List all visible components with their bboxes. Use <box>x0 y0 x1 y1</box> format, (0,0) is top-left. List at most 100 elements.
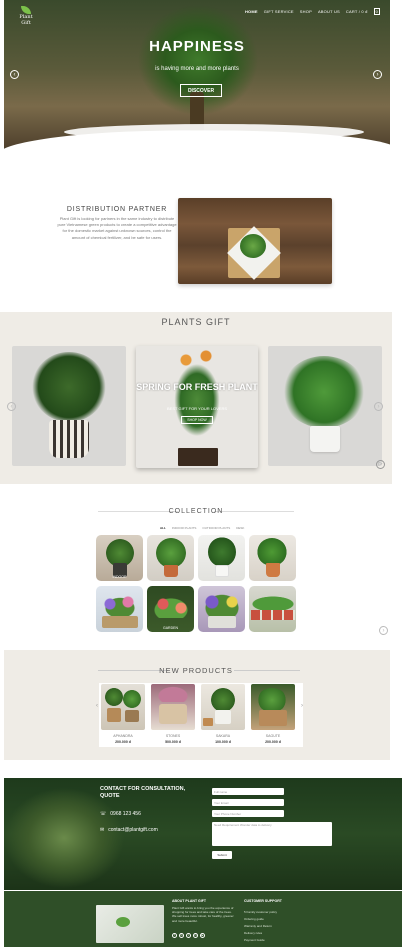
message-field[interactable]: Need Requirement Wonder data to delivery <box>212 822 332 846</box>
product-price: 500.000 đ <box>165 740 181 744</box>
tile-label: GARDEN <box>163 626 178 630</box>
product-name[interactable]: SAGUTE <box>251 734 295 738</box>
gift-prev-arrow-icon[interactable]: ‹ <box>7 402 16 411</box>
product-image <box>123 690 141 708</box>
succulent <box>240 234 266 258</box>
hero-prev-arrow-icon[interactable]: ‹ <box>10 70 19 79</box>
product-price: 200.000 đ <box>115 740 131 744</box>
page: Plant Gift HOME GIFT SERVICE SHOP ABOUT … <box>0 0 402 947</box>
products-next-arrow-icon[interactable]: › <box>301 703 303 709</box>
nav-cart[interactable]: CART / 0 đ <box>346 9 368 14</box>
tab-outdoor-plants[interactable]: OUTDOOR PLANTS <box>202 526 230 530</box>
distribution-text: Plant Gift is looking for partners in th… <box>57 216 177 240</box>
plants-gift-title: PLANTS GIFT <box>161 317 231 327</box>
support-link[interactable]: 5 Family customer policy <box>244 910 277 914</box>
tab-desk[interactable]: DESK <box>236 526 244 530</box>
collection-tile[interactable] <box>198 535 245 581</box>
gift-slide-center[interactable]: SPRING FOR FRESH PLANT BEST GIFT FOR YOU… <box>136 346 258 468</box>
phone-icon: ☏ <box>100 811 107 817</box>
collection-next-arrow-icon[interactable]: › <box>379 626 388 635</box>
collection-tile[interactable]: GARDEN <box>147 586 194 632</box>
site-logo[interactable]: Plant Gift <box>14 6 38 26</box>
support-link[interactable]: Ordering guide <box>244 917 264 921</box>
dark-pot <box>178 448 218 466</box>
product-card[interactable] <box>101 684 145 730</box>
support-link[interactable]: Warranty and Return <box>244 924 272 928</box>
hero-subtitle: is having more and more plants <box>155 66 239 72</box>
distribution-title: DISTRIBUTION PARTNER <box>66 206 168 213</box>
sprout-image <box>116 917 130 927</box>
nav-item-gift-service[interactable]: GIFT SERVICE <box>264 9 294 14</box>
tab-indoor-plants[interactable]: INDOOR PLANTS <box>172 526 197 530</box>
collection-tile[interactable] <box>147 535 194 581</box>
pot-image <box>164 565 178 577</box>
monstera-foliage <box>282 356 366 428</box>
nav-item-home[interactable]: HOME <box>245 9 258 14</box>
contact-phone[interactable]: ☏ 0968 123 456 <box>100 811 141 817</box>
product-card[interactable] <box>251 684 295 730</box>
google-icon[interactable]: G <box>179 933 184 938</box>
linkedin-icon[interactable]: in <box>193 933 198 938</box>
mail-icon: ✉ <box>100 827 105 833</box>
new-products-title: NEW PRODUCTS <box>159 666 233 675</box>
collection-tile[interactable] <box>96 586 143 632</box>
gift-slide-right[interactable] <box>268 346 382 466</box>
footer-image <box>96 905 164 943</box>
flowers-image <box>202 592 242 618</box>
contact-section <box>4 778 402 890</box>
about-heading: ABOUT PLANT GIFT <box>172 899 207 903</box>
cart-count-badge[interactable]: 0 <box>373 8 380 15</box>
product-image <box>105 688 123 706</box>
product-card[interactable] <box>151 684 195 730</box>
hero-title: HAPPINESS <box>149 38 245 55</box>
phone-field[interactable]: Your Phone Number <box>212 810 284 817</box>
logo-text: Plant Gift <box>19 14 33 26</box>
collection-tile[interactable] <box>198 586 245 632</box>
submit-button[interactable]: Submit <box>212 851 232 859</box>
contact-title: CONTACT FOR CONSULTATION, QUOTE <box>100 786 186 799</box>
nav-item-shop[interactable]: SHOP <box>300 9 312 14</box>
product-image <box>157 686 189 702</box>
social-links: f G t in ▶ <box>172 933 205 938</box>
facebook-icon[interactable]: f <box>172 933 177 938</box>
pot-image <box>266 563 280 577</box>
pot-image <box>215 710 231 724</box>
orange-flowers <box>166 350 226 370</box>
gift-next-arrow-icon[interactable]: › <box>374 402 383 411</box>
pot-image <box>215 565 229 577</box>
planter-image <box>102 616 138 628</box>
pot-image <box>208 616 236 628</box>
nav-item-about[interactable]: ABOUT US <box>318 9 340 14</box>
hero-banner: Plant Gift HOME GIFT SERVICE SHOP ABOUT … <box>4 0 390 152</box>
name-field[interactable]: Full name <box>212 788 284 795</box>
product-name[interactable]: SAKARA <box>201 734 245 738</box>
products-prev-arrow-icon[interactable]: ‹ <box>96 703 98 709</box>
leaf-logo-icon <box>21 6 31 14</box>
twitter-icon[interactable]: t <box>186 933 191 938</box>
product-card[interactable] <box>201 684 245 730</box>
product-name[interactable]: APHANDRA <box>101 734 145 738</box>
collection-tile[interactable] <box>249 535 296 581</box>
gift-slide-left[interactable] <box>12 346 126 466</box>
hero-next-arrow-icon[interactable]: › <box>373 70 382 79</box>
slide-title: SPRING FOR FRESH PLANT <box>136 382 258 392</box>
support-heading: CUSTOMER SUPPORT <box>244 899 282 903</box>
product-name[interactable]: STONES <box>151 734 195 738</box>
support-link[interactable]: Payment Guide <box>244 938 265 942</box>
box-image <box>259 710 287 726</box>
collection-tile[interactable]: INDOOR <box>96 535 143 581</box>
collection-tile[interactable] <box>249 586 296 632</box>
gift-play-icon[interactable]: ▷ <box>376 460 385 469</box>
pots-row-image <box>251 610 295 620</box>
slide-subtitle: BEST GIFT FOR YOUR LOVERS <box>166 406 227 411</box>
discover-button[interactable]: DISCOVER <box>180 84 222 97</box>
email-address: contact@plantgift.com <box>108 827 158 833</box>
support-link[interactable]: Delivery rules <box>244 931 262 935</box>
tab-all[interactable]: ALL <box>160 526 166 530</box>
shop-now-button[interactable]: SHOP NOW <box>181 416 213 424</box>
contact-email[interactable]: ✉ contact@plantgift.com <box>100 827 158 833</box>
youtube-icon[interactable]: ▶ <box>200 933 205 938</box>
plant-image <box>257 538 287 566</box>
email-field[interactable]: Your Email <box>212 799 284 806</box>
collection-tabs: ALL INDOOR PLANTS OUTDOOR PLANTS DESK <box>160 526 244 530</box>
